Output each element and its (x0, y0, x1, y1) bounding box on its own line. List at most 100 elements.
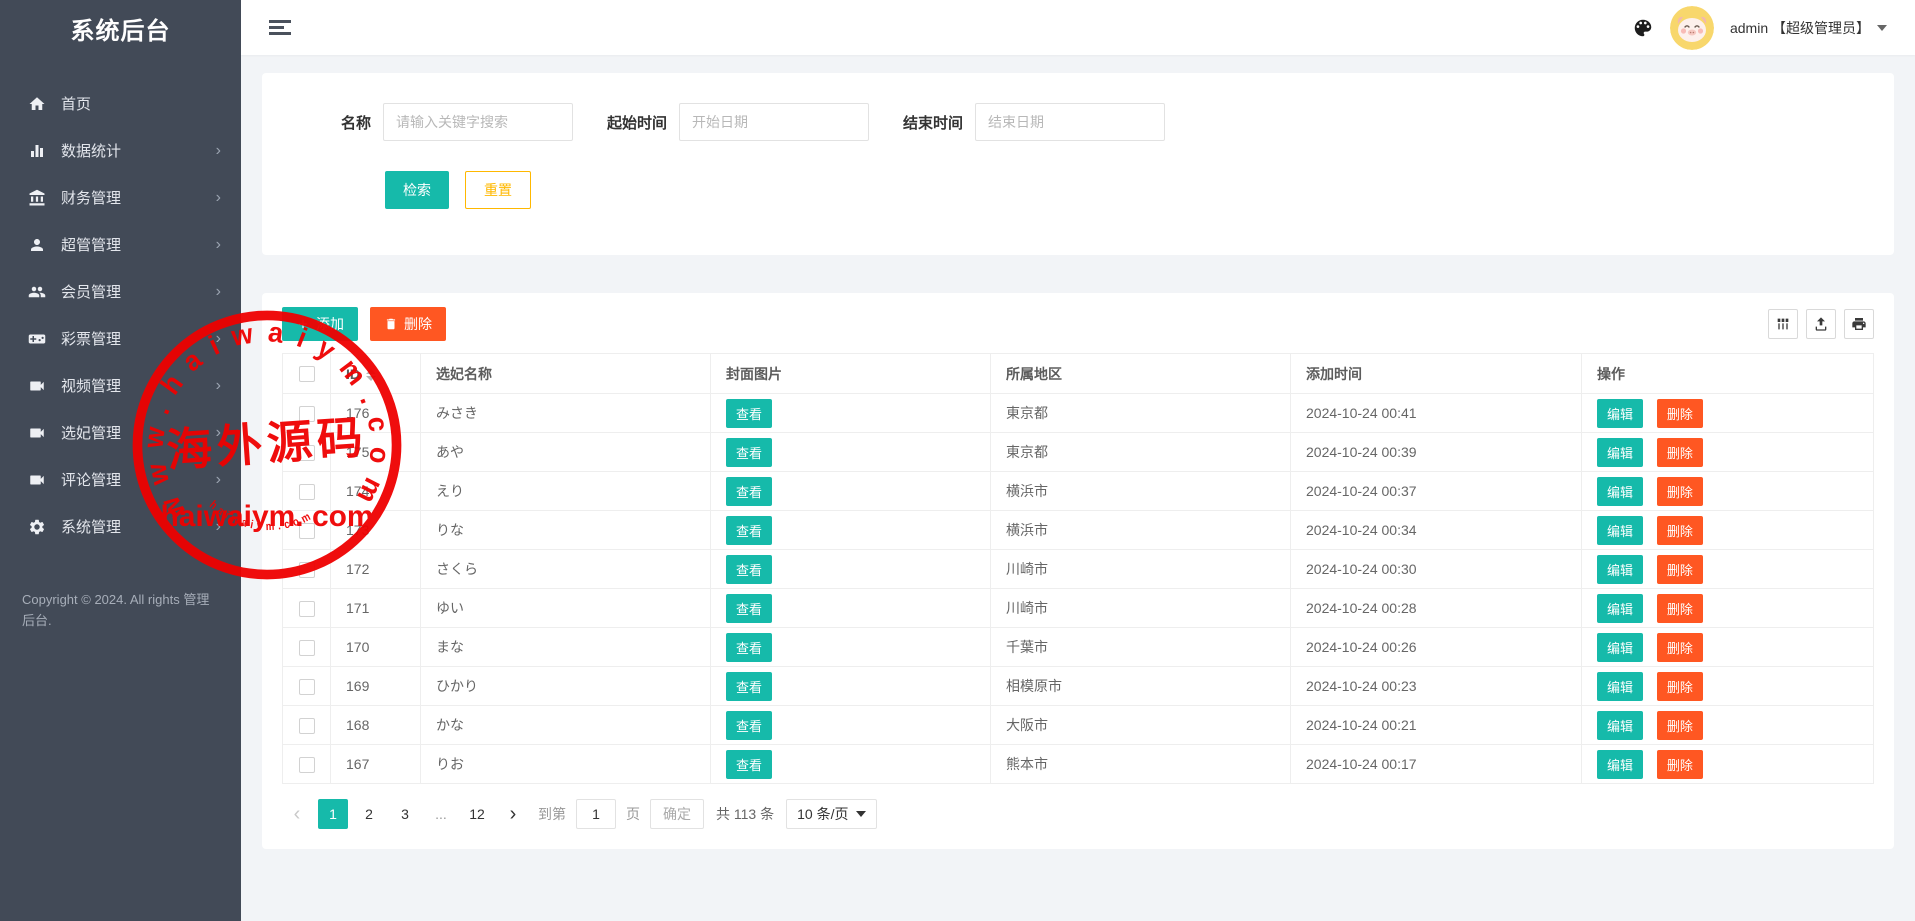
name-filter-input[interactable] (383, 103, 573, 141)
row-time: 2024-10-24 00:26 (1291, 628, 1582, 667)
view-button[interactable]: 查看 (726, 672, 772, 701)
add-button[interactable]: 添加 (282, 307, 358, 341)
user-avatar[interactable] (1670, 6, 1714, 50)
row-checkbox[interactable] (299, 484, 315, 500)
row-name: りな (421, 511, 711, 550)
column-header: 封面图片 (711, 354, 991, 394)
export-button[interactable] (1806, 309, 1836, 339)
start-time-label: 起始时间 (607, 112, 667, 133)
delete-button[interactable]: 删除 (1657, 594, 1703, 623)
row-checkbox[interactable] (299, 601, 315, 617)
print-button[interactable] (1844, 309, 1874, 339)
video-icon (28, 424, 46, 442)
delete-button[interactable]: 删除 (1657, 399, 1703, 428)
edit-button[interactable]: 编辑 (1597, 399, 1643, 428)
view-button[interactable]: 查看 (726, 633, 772, 662)
next-page-icon[interactable]: › (498, 799, 528, 829)
user-menu[interactable]: admin 【超级管理员】 (1730, 18, 1887, 38)
view-button[interactable]: 查看 (726, 711, 772, 740)
page-size-select[interactable]: 10 条/页 (786, 799, 877, 829)
column-header[interactable]: ID (331, 354, 421, 394)
sidebar-item-superadmin[interactable]: 超管管理 › (0, 221, 241, 268)
columns-icon (1775, 316, 1791, 332)
table-row: 174 えり 查看 横浜市 2024-10-24 00:37 编辑 删除 (283, 472, 1874, 511)
sidebar-item-xuanfei[interactable]: 选妃管理 › (0, 409, 241, 456)
edit-button[interactable]: 编辑 (1597, 594, 1643, 623)
edit-button[interactable]: 编辑 (1597, 477, 1643, 506)
chevron-right-icon: › (216, 237, 221, 253)
row-region: 相模原市 (991, 667, 1291, 706)
batch-delete-button[interactable]: 删除 (370, 307, 446, 341)
delete-button[interactable]: 删除 (1657, 750, 1703, 779)
delete-button[interactable]: 删除 (1657, 711, 1703, 740)
sidebar-item-home[interactable]: 首页 › (0, 80, 241, 127)
page-number[interactable]: 12 (462, 799, 492, 829)
trash-icon (384, 317, 398, 331)
sidebar-item-comments[interactable]: 评论管理 › (0, 456, 241, 503)
view-button[interactable]: 查看 (726, 477, 772, 506)
view-button[interactable]: 查看 (726, 750, 772, 779)
reset-button[interactable]: 重置 (465, 171, 531, 209)
goto-prefix: 到第 (538, 804, 566, 824)
table-header-row: ID选妃名称封面图片所属地区添加时间操作 (283, 354, 1874, 394)
chevron-right-icon: › (216, 472, 221, 488)
row-checkbox[interactable] (299, 406, 315, 422)
edit-button[interactable]: 编辑 (1597, 633, 1643, 662)
edit-button[interactable]: 编辑 (1597, 555, 1643, 584)
row-checkbox[interactable] (299, 523, 315, 539)
end-date-input[interactable] (975, 103, 1165, 141)
view-button[interactable]: 查看 (726, 516, 772, 545)
sidebar-item-members[interactable]: 会员管理 › (0, 268, 241, 315)
sidebar-item-finance[interactable]: 财务管理 › (0, 174, 241, 221)
row-checkbox[interactable] (299, 718, 315, 734)
view-button[interactable]: 查看 (726, 438, 772, 467)
theme-palette-icon[interactable] (1632, 17, 1654, 39)
row-checkbox[interactable] (299, 562, 315, 578)
start-date-input[interactable] (679, 103, 869, 141)
select-all-checkbox[interactable] (299, 366, 315, 382)
row-checkbox[interactable] (299, 445, 315, 461)
app-title: 系统后台 (0, 0, 241, 64)
row-checkbox[interactable] (299, 640, 315, 656)
main-content: 名称 起始时间 结束时间 检索 重置 添加 删除 (241, 55, 1915, 849)
sidebar-item-label: 超管管理 (61, 234, 216, 255)
delete-button[interactable]: 删除 (1657, 516, 1703, 545)
goto-confirm-button[interactable]: 确定 (650, 799, 704, 829)
page-ellipsis: ... (426, 799, 456, 829)
delete-button[interactable]: 删除 (1657, 633, 1703, 662)
caret-down-icon (856, 811, 866, 817)
edit-button[interactable]: 编辑 (1597, 750, 1643, 779)
delete-button[interactable]: 删除 (1657, 555, 1703, 584)
edit-button[interactable]: 编辑 (1597, 438, 1643, 467)
view-button[interactable]: 查看 (726, 555, 772, 584)
edit-button[interactable]: 编辑 (1597, 516, 1643, 545)
sort-icon[interactable] (366, 369, 376, 381)
goto-page-input[interactable] (576, 799, 616, 829)
page-number[interactable]: 3 (390, 799, 420, 829)
view-button[interactable]: 查看 (726, 594, 772, 623)
row-checkbox[interactable] (299, 679, 315, 695)
delete-button[interactable]: 删除 (1657, 672, 1703, 701)
pagination: ‹ 123...12 › 到第 页 确定 共 113 条 10 条/页 (282, 799, 1874, 829)
search-button[interactable]: 检索 (385, 171, 449, 209)
page-number[interactable]: 1 (318, 799, 348, 829)
row-region: 東京都 (991, 394, 1291, 433)
edit-button[interactable]: 编辑 (1597, 672, 1643, 701)
sidebar-item-stats[interactable]: 数据统计 › (0, 127, 241, 174)
video-icon (28, 471, 46, 489)
sidebar-item-system[interactable]: 系统管理 › (0, 503, 241, 550)
sidebar-toggle-icon[interactable] (269, 17, 291, 38)
delete-button[interactable]: 删除 (1657, 477, 1703, 506)
view-button[interactable]: 查看 (726, 399, 772, 428)
filter-columns-button[interactable] (1768, 309, 1798, 339)
sidebar-item-video[interactable]: 视频管理 › (0, 362, 241, 409)
sidebar-item-label: 评论管理 (61, 469, 216, 490)
edit-button[interactable]: 编辑 (1597, 711, 1643, 740)
table-row: 167 りお 查看 熊本市 2024-10-24 00:17 编辑 删除 (283, 745, 1874, 784)
prev-page-icon[interactable]: ‹ (282, 799, 312, 829)
page-number[interactable]: 2 (354, 799, 384, 829)
row-region: 東京都 (991, 433, 1291, 472)
delete-button[interactable]: 删除 (1657, 438, 1703, 467)
sidebar-item-lottery[interactable]: 彩票管理 › (0, 315, 241, 362)
row-checkbox[interactable] (299, 757, 315, 773)
